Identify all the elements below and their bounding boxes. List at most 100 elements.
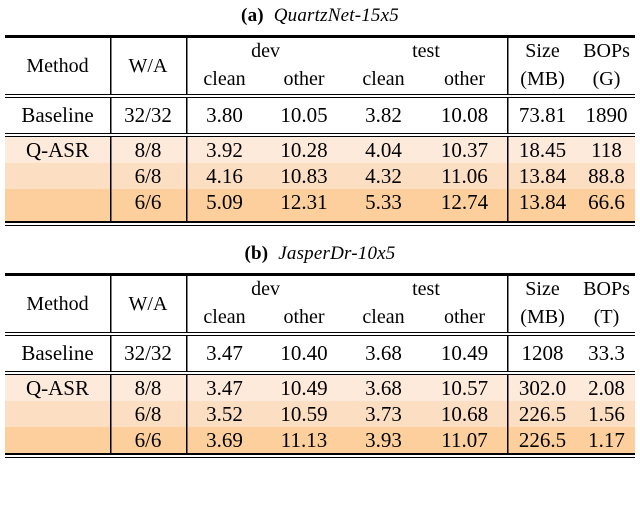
table-b-header-test-clean: clean	[362, 306, 405, 328]
table-a-qasr-bops-2: 88.8	[588, 163, 625, 188]
table-b-header-dev-clean: clean	[186, 303, 263, 332]
inter-table-spacer	[0, 226, 640, 243]
table-a-qasr-test-clean-3: 5.33	[365, 189, 402, 214]
table-row: Q-ASR 8/8 3.92 10.28 4.04 10.37 18.45 11…	[5, 137, 635, 163]
table-a-baseline-wa: 32/32	[110, 98, 186, 133]
table-b-qasr-method-1: Q-ASR	[25, 375, 89, 400]
table-a-header-method: Method	[26, 54, 89, 77]
table-a-qasr-size-1: 18.45	[507, 137, 578, 163]
table-b-baseline-wa: 32/32	[110, 336, 186, 371]
table-a-baseline-test-other: 10.08	[440, 103, 489, 127]
table-row: 6/8 4.16 10.83 4.32 11.06 13.84 88.8	[5, 163, 635, 189]
table-b-baseline-bops: 33.3	[588, 341, 625, 365]
table-a-header-group-row: Method W/A dev test Size BOPs	[5, 38, 635, 77]
table-a-header-test-clean: clean	[362, 68, 405, 90]
table-b-header-group-test: test	[412, 278, 440, 300]
table-a: Method W/A dev test Size BOPs clean othe…	[5, 38, 635, 94]
table-a-header-bops-1: BOPs	[583, 40, 630, 62]
table-b-caption-text: JasperDr-10x5	[278, 243, 396, 264]
table-b-qasr-size-3: 226.5	[507, 427, 578, 453]
table-a-baseline-dev-clean: 3.80	[186, 98, 263, 133]
table-b-baseline-size: 1208	[507, 336, 578, 371]
table-b-header-bops-2: (T)	[593, 306, 620, 328]
table-a-header-dev-clean: clean	[186, 65, 263, 94]
table-b-header-size-2: (MB)	[507, 303, 578, 332]
table-a-baseline-test-clean: 3.82	[365, 103, 402, 127]
table-row: 6/6 3.69 11.13 3.93 11.07 226.5 1.17	[5, 427, 635, 453]
table-row: Baseline 32/32 3.80 10.05 3.82 10.08 73.…	[5, 98, 635, 133]
table-b-baseline-dev-clean: 3.47	[186, 336, 263, 371]
table-a-qasr-dev-clean-1: 3.92	[186, 137, 263, 163]
table-a-qasr-dev-other-1: 10.28	[280, 137, 328, 162]
table-a-qasr-wa-1: 8/8	[110, 137, 186, 163]
table-a-header-group-test: test	[412, 40, 440, 62]
table-b-qasr-dev-clean-3: 3.69	[186, 427, 263, 453]
table-b-qasr-dev-other-1: 10.49	[280, 375, 328, 400]
table-b-header-size-1: Size	[507, 276, 578, 303]
table-a-qasr-wa-2: 6/8	[110, 163, 186, 189]
table-a-qasr-test-clean-2: 4.32	[365, 163, 402, 188]
table-b-qasr-bops-1: 2.08	[588, 375, 625, 400]
table-a-qasr-method-1: Q-ASR	[25, 137, 89, 162]
table-b-baseline-dev-other: 10.40	[280, 341, 328, 365]
table-b-qasr-test-other-3: 11.07	[441, 427, 488, 452]
table-a-qasr-method-3	[5, 189, 110, 215]
table-a-baseline-bops: 1890	[585, 103, 628, 127]
table-b-bottom-rule	[5, 453, 635, 458]
table-a-qasr-test-other-3: 12.74	[440, 189, 489, 214]
table-a-header-size-1: Size	[507, 38, 578, 65]
table-a-qasr-bops-3: 66.6	[588, 189, 625, 214]
table-a-qasr-method-2	[5, 163, 110, 189]
table-b-qasr-wa-1: 8/8	[110, 375, 186, 401]
table-b-qasr-test-other-2: 10.68	[440, 401, 489, 426]
table-b-header-method: Method	[26, 292, 89, 315]
table-b-baseline-test-other: 10.49	[440, 341, 489, 365]
table-b-qasr-bops-2: 1.56	[588, 401, 625, 426]
table-b-qasr-dev-other-3: 11.13	[280, 427, 328, 452]
table-b-caption-tag: (b)	[244, 243, 269, 264]
table-b-block: Method W/A dev test Size BOPs clean othe…	[0, 273, 640, 458]
table-a-baseline-method: Baseline	[21, 103, 94, 127]
table-b-header-bops-1: BOPs	[583, 278, 630, 300]
table-row: Baseline 32/32 3.47 10.40 3.68 10.49 120…	[5, 336, 635, 371]
table-b-qasr-test-clean-1: 3.68	[365, 375, 402, 400]
table-b: Method W/A dev test Size BOPs clean othe…	[5, 276, 635, 332]
table-a-qasr-dev-clean-3: 5.09	[186, 189, 263, 215]
figure-page: (a) QuartzNet-15x5 Method W/A dev test S…	[0, 0, 640, 508]
table-a-qasr-test-other-2: 11.06	[441, 163, 488, 188]
table-b-header-group-row: Method W/A dev test Size BOPs	[5, 276, 635, 315]
table-a-header-group-dev: dev	[186, 38, 345, 65]
table-b-header-group-dev: dev	[186, 276, 345, 303]
table-a-qasr-bops-1: 118	[591, 137, 622, 162]
table-a-qasr-test-clean-1: 4.04	[365, 137, 402, 162]
table-b-qasr-bops-3: 1.17	[588, 427, 625, 452]
table-a-qasr-dev-clean-2: 4.16	[186, 163, 263, 189]
table-b-baseline-method: Baseline	[21, 341, 94, 365]
table-b-qasr-dev-other-2: 10.59	[280, 401, 328, 426]
table-b-qasr-wa-2: 6/8	[110, 401, 186, 427]
table-a-caption: (a) QuartzNet-15x5	[0, 5, 640, 27]
table-a-caption-text: QuartzNet-15x5	[273, 5, 399, 26]
table-b-qasr-test-clean-3: 3.93	[365, 427, 402, 452]
table-a-header-test-other: other	[443, 68, 486, 90]
table-b-header-wa: W/A	[110, 276, 186, 332]
table-b-qasr-dev-clean-2: 3.52	[186, 401, 263, 427]
table-a-block: Method W/A dev test Size BOPs clean othe…	[0, 35, 640, 226]
table-b-qasr-dev-clean-1: 3.47	[186, 375, 263, 401]
table-b-baseline-section: Baseline 32/32 3.47 10.40 3.68 10.49 120…	[5, 336, 635, 371]
table-b-qasr-method-3	[5, 427, 110, 453]
table-a-header-dev-other: other	[283, 68, 325, 90]
table-b-qasr-test-other-1: 10.57	[440, 375, 489, 400]
table-b-qasr-size-1: 302.0	[507, 375, 578, 401]
table-row: 6/6 5.09 12.31 5.33 12.74 13.84 66.6	[5, 189, 635, 215]
table-b-header-test-other: other	[443, 306, 486, 328]
table-b-qasr-size-2: 226.5	[507, 401, 578, 427]
table-a-qasr-section: Q-ASR 8/8 3.92 10.28 4.04 10.37 18.45 11…	[5, 137, 635, 221]
table-b-qasr-test-clean-2: 3.73	[365, 401, 402, 426]
table-a-qasr-dev-other-2: 10.83	[280, 163, 328, 188]
table-b-qasr-wa-3: 6/6	[110, 427, 186, 453]
table-a-header-bops-2: (G)	[592, 68, 621, 90]
table-a-qasr-size-3: 13.84	[507, 189, 578, 215]
table-a-qasr-dev-other-3: 12.31	[280, 189, 328, 214]
table-b-baseline-test-clean: 3.68	[365, 341, 402, 365]
